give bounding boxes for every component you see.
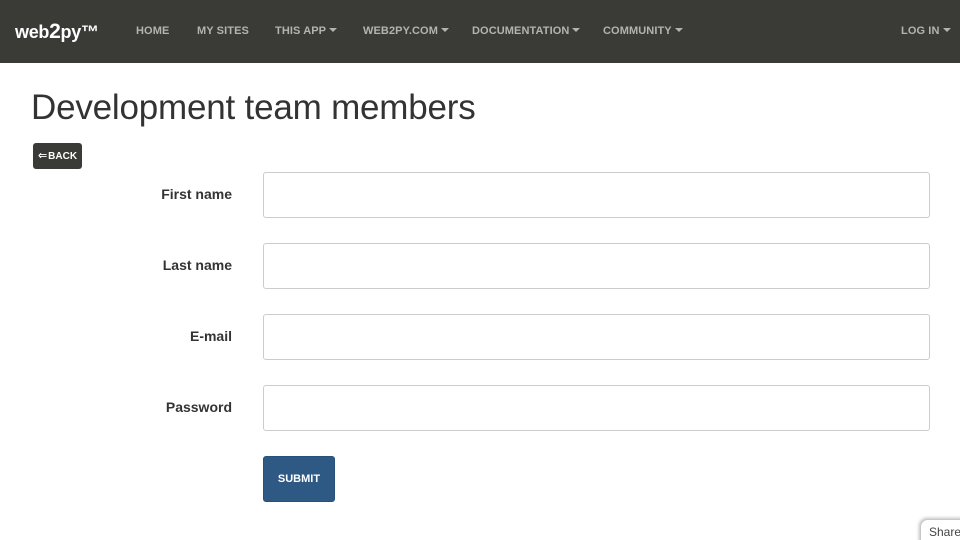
- chevron-down-icon: [329, 28, 338, 32]
- first-name-label: First name: [161, 186, 232, 202]
- nav-item-log-in[interactable]: LOG IN: [901, 25, 951, 37]
- last-name-label: Last name: [162, 257, 232, 273]
- nav-item-documentation[interactable]: DOCUMENTATION: [472, 25, 581, 37]
- last-name-input[interactable]: [263, 243, 930, 289]
- top-navbar: web2py™ HOME MY SITES THIS APP WEB2PY.CO…: [0, 0, 960, 63]
- chevron-down-icon: [572, 28, 581, 32]
- brand-logo[interactable]: web2py™: [15, 20, 99, 44]
- chevron-down-icon: [440, 28, 449, 32]
- email-input[interactable]: [263, 314, 930, 360]
- chevron-down-icon: [674, 28, 683, 32]
- page-title: Development team members: [31, 88, 476, 127]
- email-label: E-mail: [189, 328, 232, 344]
- nav-item-home[interactable]: HOME: [136, 25, 169, 37]
- first-name-input[interactable]: [263, 172, 930, 218]
- password-label: Password: [165, 399, 232, 415]
- arrow-left-icon: ⇐: [37, 150, 48, 162]
- nav-item-this-app[interactable]: THIS APP: [275, 25, 338, 37]
- password-input[interactable]: [263, 385, 930, 431]
- back-button[interactable]: ⇐BACK: [33, 143, 82, 169]
- nav-item-my-sites[interactable]: MY SITES: [197, 25, 249, 37]
- nav-item-community[interactable]: COMMUNITY: [603, 25, 683, 37]
- share-button[interactable]: Share: [920, 519, 960, 540]
- chevron-down-icon: [942, 28, 951, 32]
- submit-button[interactable]: SUBMIT: [263, 456, 335, 502]
- nav-item-web2py-com[interactable]: WEB2PY.COM: [363, 25, 449, 37]
